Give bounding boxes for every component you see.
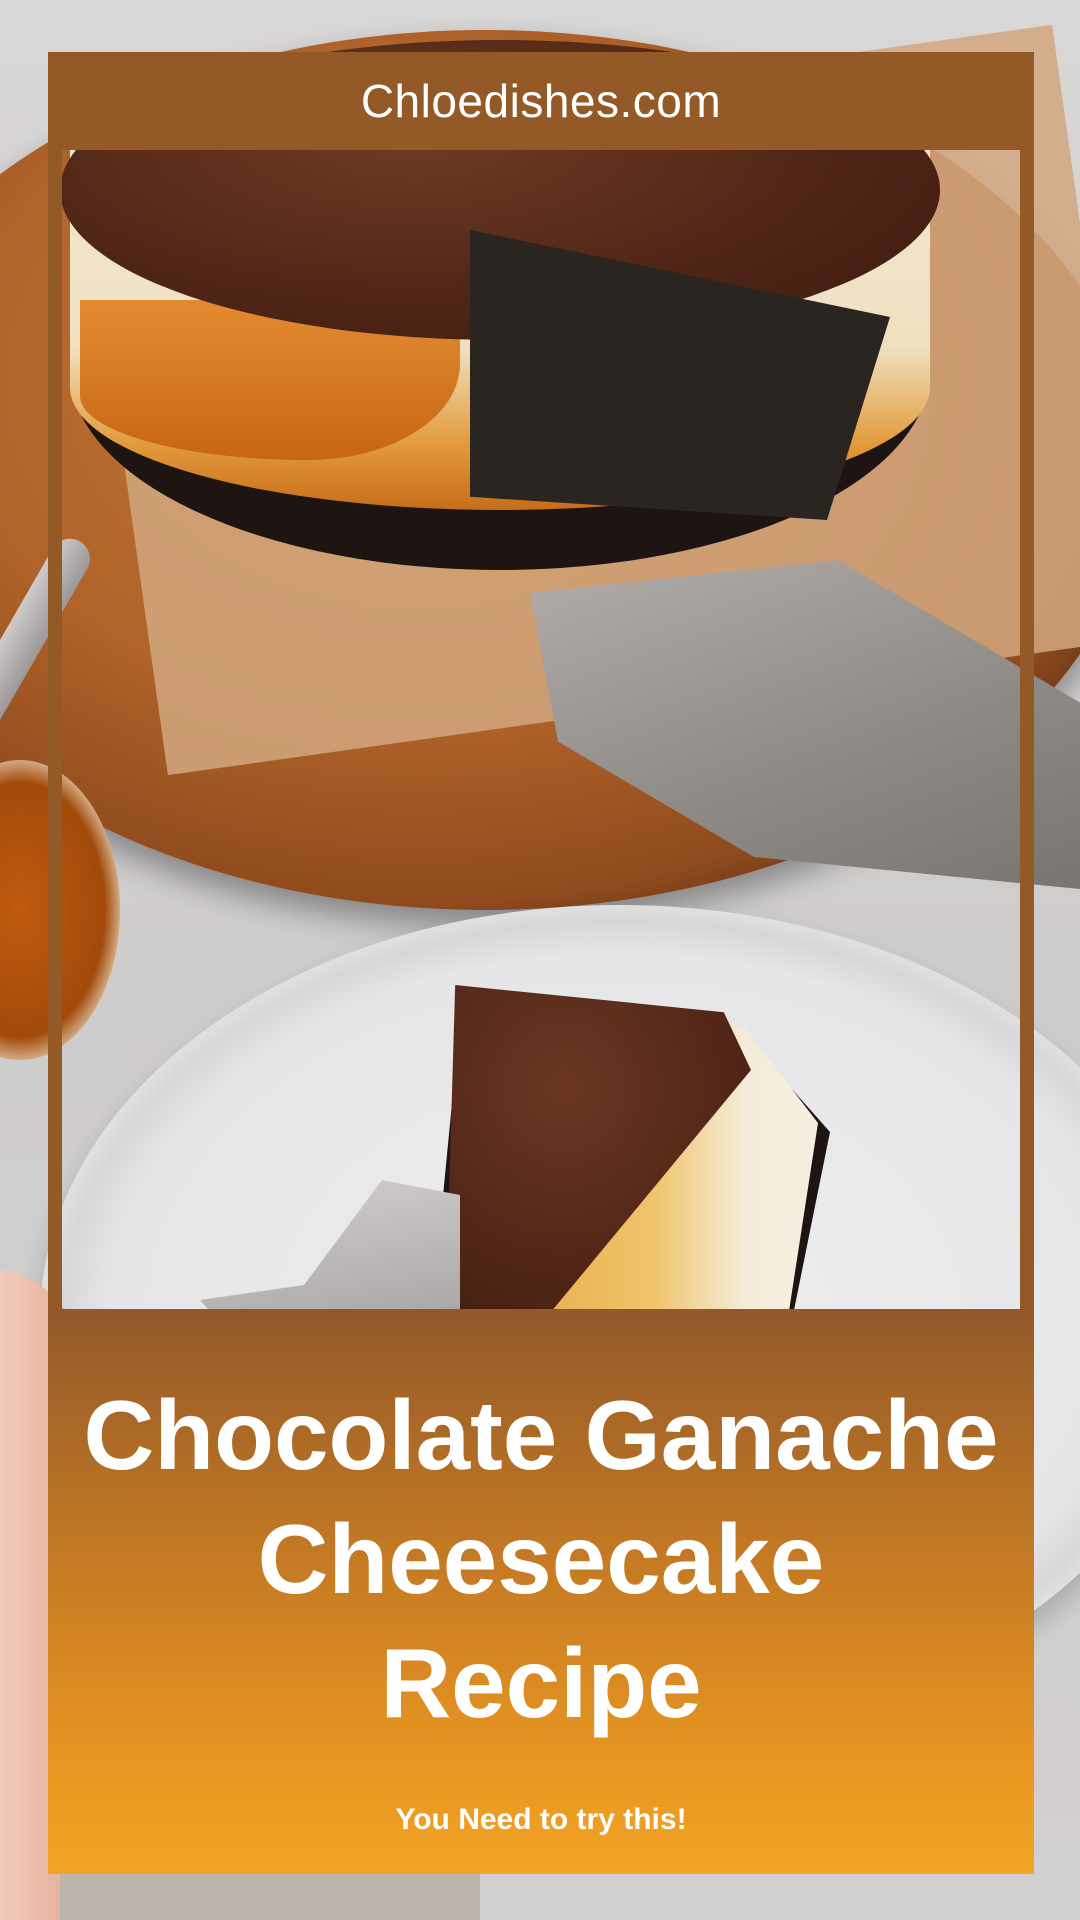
napkin (60, 1870, 480, 1920)
recipe-title-line: Recipe (380, 1628, 702, 1738)
site-header: Chloedishes.com (48, 52, 1034, 150)
recipe-title-line: Cheesecake (257, 1504, 825, 1614)
pin-card: Chloedishes.com Chocolate Ganache Cheese… (48, 52, 1034, 1874)
frame-border-left (48, 148, 62, 1362)
title-panel: Chocolate Ganache Cheesecake Recipe You … (48, 1309, 1034, 1874)
frame-border-right (1020, 148, 1034, 1362)
tagline: You Need to try this! (395, 1803, 687, 1836)
recipe-title-line: Chocolate Ganache (83, 1380, 999, 1490)
recipe-title: Chocolate Ganache Cheesecake Recipe (61, 1373, 1021, 1745)
site-name: Chloedishes.com (360, 75, 722, 127)
